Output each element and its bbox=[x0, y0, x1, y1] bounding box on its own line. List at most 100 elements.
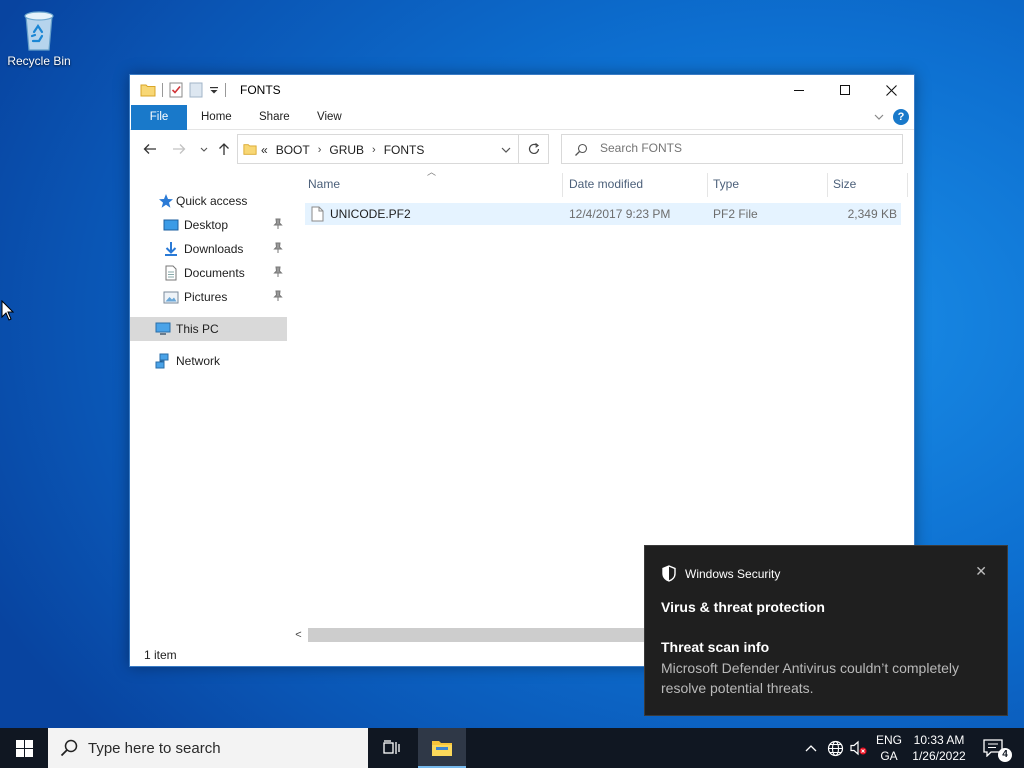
new-folder-icon[interactable] bbox=[189, 82, 203, 98]
navigation-bar: « BOOT › GRUB › FONTS bbox=[130, 132, 914, 167]
clock-date: 1/26/2022 bbox=[912, 749, 966, 763]
show-hidden-icons-button[interactable] bbox=[800, 728, 822, 768]
network-icon bbox=[155, 353, 169, 369]
file-name: UNICODE.PF2 bbox=[330, 207, 411, 221]
action-center-button[interactable]: 4 bbox=[978, 728, 1018, 768]
breadcrumb-overflow[interactable]: « bbox=[261, 143, 268, 157]
close-icon[interactable]: ✕ bbox=[975, 563, 987, 580]
taskbar-search-box[interactable]: Type here to search bbox=[48, 728, 368, 768]
sidebar-item-pictures[interactable]: Pictures bbox=[130, 285, 287, 309]
search-box[interactable] bbox=[561, 134, 903, 164]
computer-icon bbox=[155, 322, 171, 335]
maximize-icon bbox=[840, 85, 850, 95]
customize-toolbar-icon[interactable] bbox=[209, 85, 219, 95]
taskbar-search-placeholder: Type here to search bbox=[88, 740, 221, 757]
column-divider[interactable] bbox=[907, 173, 908, 197]
start-button[interactable] bbox=[0, 728, 48, 768]
task-view-button[interactable] bbox=[370, 728, 414, 768]
minimize-button[interactable] bbox=[776, 75, 822, 105]
column-divider[interactable] bbox=[562, 173, 563, 197]
up-arrow-icon[interactable] bbox=[216, 141, 232, 157]
breadcrumb: « BOOT › GRUB › FONTS bbox=[261, 143, 432, 157]
window-title: FONTS bbox=[240, 83, 281, 97]
column-header-size[interactable]: Size bbox=[833, 171, 856, 197]
refresh-icon bbox=[528, 143, 539, 155]
taskbar-file-explorer-button[interactable] bbox=[418, 728, 466, 768]
sidebar-item-label: Desktop bbox=[184, 218, 229, 232]
sidebar-item-label: This PC bbox=[176, 322, 219, 336]
close-icon bbox=[885, 84, 897, 96]
breadcrumb-grub[interactable]: GRUB bbox=[329, 143, 364, 157]
chevron-down-icon[interactable] bbox=[500, 145, 512, 155]
chevron-right-icon[interactable]: › bbox=[318, 144, 322, 156]
recycle-bin-label: Recycle Bin bbox=[7, 54, 71, 68]
column-header-type[interactable]: Type bbox=[713, 171, 739, 197]
security-notification-toast[interactable]: Windows Security ✕ Virus & threat protec… bbox=[644, 545, 1008, 716]
recycle-bin-icon bbox=[19, 6, 59, 52]
star-icon bbox=[159, 194, 173, 208]
chevron-right-icon[interactable]: › bbox=[372, 144, 376, 156]
toast-app-name: Windows Security bbox=[685, 566, 781, 581]
column-header-date-modified[interactable]: Date modified bbox=[569, 171, 643, 197]
tab-file[interactable]: File bbox=[131, 105, 187, 130]
taskbar: Type here to search ENG GA 10:33 AM 1/26… bbox=[0, 728, 1024, 768]
tab-view[interactable]: View bbox=[317, 105, 342, 130]
tab-home[interactable]: Home bbox=[201, 105, 232, 130]
network-tray-button[interactable] bbox=[824, 728, 846, 768]
expand-ribbon-icon[interactable] bbox=[872, 110, 886, 124]
folder-icon bbox=[140, 84, 156, 97]
task-view-icon bbox=[383, 740, 400, 754]
desktop-icon bbox=[163, 219, 179, 231]
toast-subtitle: Threat scan info bbox=[661, 639, 770, 655]
sidebar-item-quick-access[interactable]: Quick access bbox=[130, 189, 287, 213]
sidebar-item-label: Documents bbox=[184, 266, 245, 280]
scrollbar-thumb[interactable] bbox=[308, 628, 674, 642]
maximize-button[interactable] bbox=[822, 75, 868, 105]
recent-locations-chevron-icon[interactable] bbox=[196, 141, 212, 157]
title-bar[interactable]: FONTS bbox=[130, 75, 914, 105]
sidebar-item-this-pc[interactable]: This PC bbox=[130, 317, 287, 341]
column-header-name[interactable]: Name bbox=[308, 171, 340, 197]
download-icon bbox=[165, 242, 177, 256]
clock[interactable]: 10:33 AM 1/26/2022 bbox=[906, 732, 972, 764]
toolbar-divider bbox=[162, 83, 163, 97]
toast-message: Microsoft Defender Antivirus couldn’t co… bbox=[661, 660, 960, 696]
file-row[interactable]: UNICODE.PF2 12/4/2017 9:23 PM PF2 File 2… bbox=[305, 203, 901, 225]
close-button[interactable] bbox=[868, 75, 914, 105]
horizontal-scrollbar[interactable]: < bbox=[290, 627, 676, 643]
search-icon bbox=[575, 143, 588, 156]
pin-icon[interactable] bbox=[273, 290, 283, 302]
scroll-left-arrow-icon[interactable]: < bbox=[290, 627, 307, 643]
recycle-bin-shortcut[interactable]: Recycle Bin bbox=[4, 6, 74, 68]
search-input[interactable] bbox=[600, 141, 890, 155]
column-divider[interactable] bbox=[827, 173, 828, 197]
pin-icon[interactable] bbox=[273, 266, 283, 278]
help-icon[interactable]: ? bbox=[893, 109, 909, 125]
navigation-pane: Quick access Desktop Downloads Documents… bbox=[130, 167, 290, 637]
back-arrow-icon[interactable] bbox=[142, 141, 158, 157]
input-language-indicator[interactable]: ENG GA bbox=[870, 732, 908, 764]
sidebar-item-desktop[interactable]: Desktop bbox=[130, 213, 287, 237]
file-explorer-icon bbox=[432, 741, 452, 756]
toolbar-divider bbox=[225, 83, 226, 97]
column-divider[interactable] bbox=[707, 173, 708, 197]
forward-arrow-icon[interactable] bbox=[171, 141, 187, 157]
sidebar-item-documents[interactable]: Documents bbox=[130, 261, 287, 285]
properties-icon[interactable] bbox=[169, 82, 183, 98]
search-icon bbox=[60, 739, 78, 757]
refresh-button[interactable] bbox=[519, 134, 549, 164]
sidebar-item-label: Pictures bbox=[184, 290, 228, 304]
volume-tray-button[interactable] bbox=[848, 728, 870, 768]
sidebar-item-downloads[interactable]: Downloads bbox=[130, 237, 287, 261]
breadcrumb-fonts[interactable]: FONTS bbox=[384, 143, 425, 157]
tab-share[interactable]: Share bbox=[259, 105, 290, 130]
file-date-modified: 12/4/2017 9:23 PM bbox=[569, 207, 671, 221]
ribbon-tabs: File Home Share View ? bbox=[130, 105, 914, 130]
address-bar[interactable]: « BOOT › GRUB › FONTS bbox=[237, 134, 519, 164]
pin-icon[interactable] bbox=[273, 242, 283, 254]
sidebar-item-label: Network bbox=[176, 354, 221, 368]
toast-title: Virus & threat protection bbox=[661, 599, 825, 615]
sidebar-item-network[interactable]: Network bbox=[130, 349, 287, 373]
breadcrumb-boot[interactable]: BOOT bbox=[276, 143, 310, 157]
pin-icon[interactable] bbox=[273, 218, 283, 230]
